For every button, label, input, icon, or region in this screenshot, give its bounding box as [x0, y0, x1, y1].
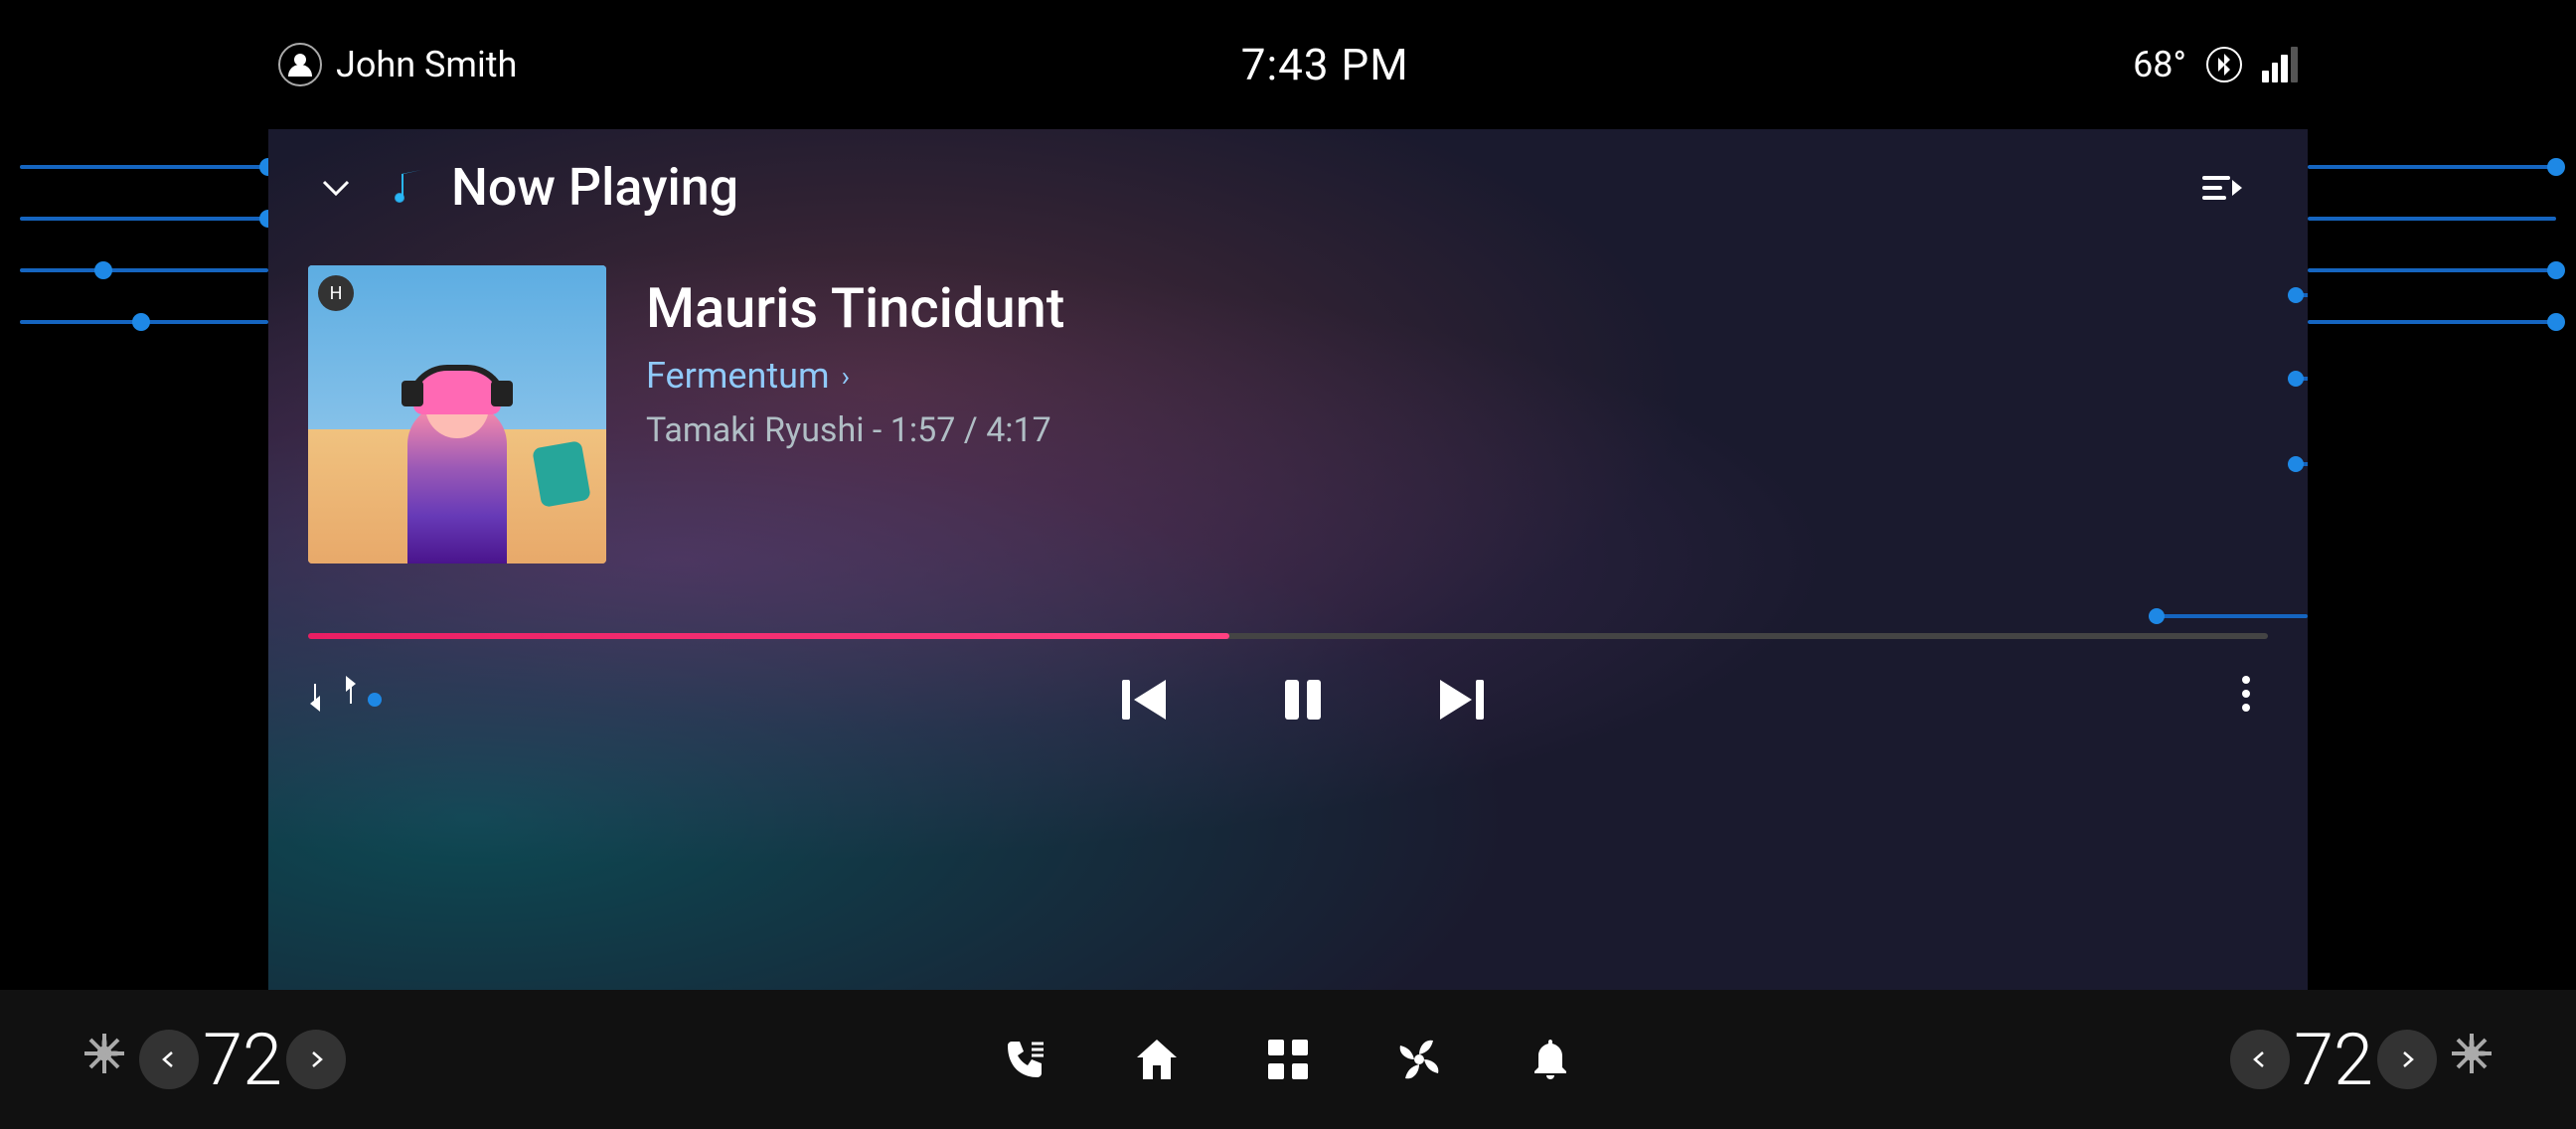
status-icons: 68° [2133, 44, 2298, 85]
now-playing-title: Now Playing [451, 157, 2173, 218]
left-vent-icon [80, 1029, 129, 1090]
more-options-button[interactable] [2224, 672, 2268, 727]
queue-icon[interactable] [2192, 160, 2248, 216]
track-album[interactable]: Fermentum › [646, 355, 2268, 397]
left-sliders [0, 129, 268, 360]
right-temp-increase-button[interactable] [2377, 1030, 2437, 1089]
track-info: Mauris Tincidunt Fermentum › Tamaki Ryus… [646, 265, 2268, 450]
phone-icon[interactable] [1000, 1034, 1051, 1085]
track-slider-3[interactable] [2288, 462, 2308, 466]
track-slider-2[interactable] [2288, 377, 2308, 381]
album-art: H [308, 265, 606, 564]
temperature-display: 68° [2133, 44, 2186, 85]
status-user: John Smith [278, 43, 517, 86]
bottom-nav-icons [1000, 1034, 1576, 1085]
left-slider-2[interactable] [0, 217, 268, 221]
bottom-bar: 72 [0, 990, 2576, 1129]
left-temp-control: 72 [0, 1018, 346, 1102]
user-icon [278, 43, 322, 86]
track-slider-1[interactable] [2288, 293, 2308, 297]
status-time: 7:43 PM [1241, 39, 1409, 90]
right-slider-2[interactable] [2308, 217, 2576, 221]
next-button[interactable] [1432, 670, 1492, 729]
track-title: Mauris Tincidunt [646, 275, 2268, 341]
controls-section [268, 639, 2308, 760]
left-temperature-control: 72 [139, 1018, 346, 1102]
music-note-icon [384, 164, 431, 212]
right-slider-3[interactable] [2308, 268, 2576, 272]
player-card: Now Playing [268, 129, 2308, 990]
fan-icon[interactable] [1393, 1034, 1445, 1085]
playback-controls [382, 670, 2224, 729]
bluetooth-icon [2206, 47, 2242, 82]
repeat-control[interactable] [308, 669, 382, 730]
home-icon[interactable] [1131, 1034, 1183, 1085]
bell-icon[interactable] [1525, 1034, 1576, 1085]
left-slider-1[interactable] [0, 165, 268, 169]
collapse-button[interactable] [308, 160, 364, 216]
track-section: H Mauris Tincidunt Fermentum › Tamaki Ry… [268, 245, 2308, 564]
player-header: Now Playing [268, 129, 2308, 245]
right-sliders [2308, 129, 2576, 360]
right-vent-icon [2447, 1029, 2496, 1090]
progress-section[interactable] [268, 593, 2308, 639]
user-name: John Smith [336, 44, 517, 85]
right-temperature-control: 72 [2230, 1018, 2437, 1102]
grid-icon[interactable] [1262, 1034, 1314, 1085]
repeat-icon[interactable] [308, 669, 358, 730]
signal-icon [2262, 47, 2298, 82]
left-temp-value: 72 [203, 1018, 282, 1102]
status-bar: John Smith 7:43 PM 68° [0, 0, 2576, 129]
previous-button[interactable] [1114, 670, 1174, 729]
left-temp-decrease-button[interactable] [139, 1030, 199, 1089]
right-slider-4[interactable] [2308, 320, 2576, 324]
album-chevron-icon: › [842, 360, 850, 393]
right-temp-control: 72 [2230, 1018, 2576, 1102]
right-temp-value: 72 [2294, 1018, 2373, 1102]
track-artist-time: Tamaki Ryushi - 1:57 / 4:17 [646, 410, 2268, 450]
left-slider-3[interactable] [0, 268, 268, 272]
right-temp-decrease-button[interactable] [2230, 1030, 2290, 1089]
left-slider-4[interactable] [0, 320, 268, 324]
headphone-badge: H [318, 275, 354, 311]
pause-button[interactable] [1273, 670, 1333, 729]
right-slider-1[interactable] [2308, 165, 2576, 169]
left-temp-increase-button[interactable] [286, 1030, 346, 1089]
repeat-dot [368, 693, 382, 707]
